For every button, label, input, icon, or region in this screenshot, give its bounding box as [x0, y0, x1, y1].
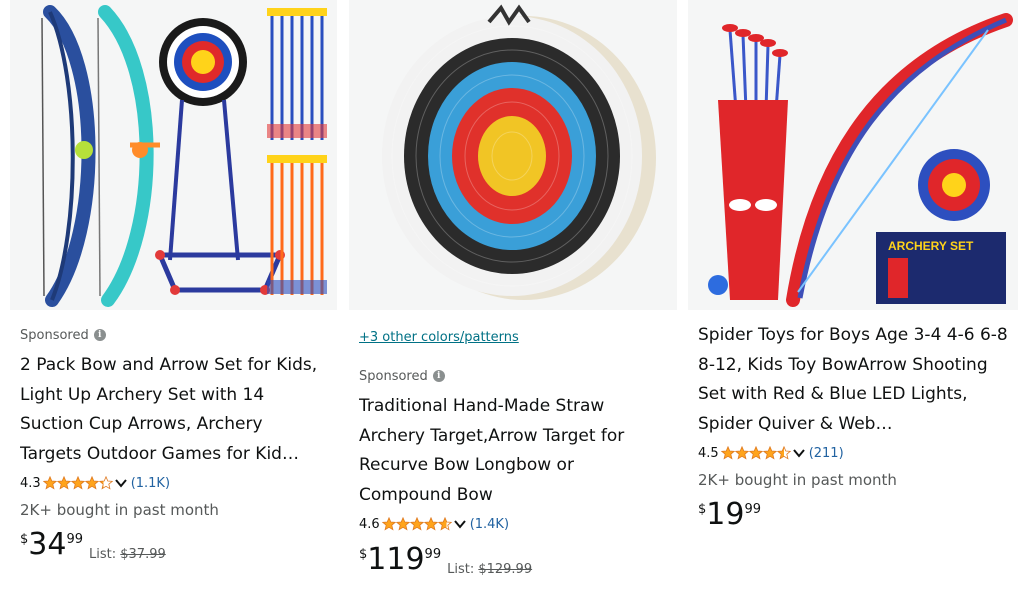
- price-symbol: $: [359, 547, 368, 562]
- chevron-down-icon[interactable]: [792, 448, 805, 458]
- review-count-link[interactable]: (1.1K): [131, 476, 170, 491]
- price-whole: 119: [367, 542, 425, 577]
- star-icon: [409, 517, 424, 531]
- product-image-1[interactable]: [10, 0, 337, 310]
- star-icon: [56, 476, 71, 490]
- product-image-3[interactable]: ARCHERY SET: [688, 0, 1018, 310]
- price-fraction: 99: [66, 532, 84, 547]
- star-icon: [748, 446, 763, 460]
- review-count-link[interactable]: (211): [809, 446, 844, 461]
- bought-in-past-month: 2K+ bought in past month: [698, 471, 897, 489]
- spider-bow-set-image: ARCHERY SET: [688, 0, 1018, 310]
- sponsored-label[interactable]: Sponsored i: [359, 367, 667, 385]
- star-icon: [98, 476, 113, 490]
- star-icon: [776, 446, 791, 460]
- bought-in-past-month: 2K+ bought in past month: [20, 501, 219, 519]
- list-price: List: $129.99: [447, 562, 533, 577]
- price-whole: 34: [28, 527, 67, 562]
- rating-row[interactable]: 4.5 (211): [698, 443, 1008, 463]
- price[interactable]: $ 119 99 List: $129.99: [359, 542, 667, 578]
- star-icon: [395, 517, 410, 531]
- price-symbol: $: [698, 502, 707, 517]
- price-symbol: $: [20, 532, 29, 547]
- archery-set-box-label: ARCHERY SET: [888, 239, 974, 253]
- other-colors-link[interactable]: +3 other colors/patterns: [359, 330, 667, 348]
- star-icon: [42, 476, 57, 490]
- star-icon: [762, 446, 777, 460]
- rating-row[interactable]: 4.3 (1.1K): [20, 473, 327, 493]
- chevron-down-icon[interactable]: [453, 519, 466, 529]
- product-card-2[interactable]: +3 other colors/patterns Sponsored i Tra…: [349, 0, 677, 595]
- product-title[interactable]: 2 Pack Bow and Arrow Set for Kids, Light…: [20, 351, 327, 469]
- star-icon: [437, 517, 452, 531]
- star-icon: [734, 446, 749, 460]
- rating-number: 4.5: [698, 445, 719, 461]
- sponsored-label[interactable]: Sponsored i: [20, 326, 327, 344]
- star-icon: [381, 517, 396, 531]
- straw-target-image: [349, 0, 677, 310]
- info-icon[interactable]: i: [432, 370, 445, 382]
- price-fraction: 99: [424, 547, 442, 562]
- product-card-1[interactable]: Sponsored i 2 Pack Bow and Arrow Set for…: [10, 0, 337, 595]
- price-fraction: 99: [744, 502, 762, 517]
- info-icon[interactable]: i: [93, 329, 106, 341]
- rating-number: 4.3: [20, 475, 41, 491]
- bow-and-arrow-target-image: [10, 0, 337, 310]
- product-title[interactable]: Spider Toys for Boys Age 3-4 4-6 6-8 8-1…: [698, 321, 1008, 439]
- price[interactable]: $ 19 99: [698, 499, 1008, 531]
- star-icon: [84, 476, 99, 490]
- review-count-link[interactable]: (1.4K): [470, 517, 509, 532]
- list-price: List: $37.99: [89, 547, 166, 562]
- star-icon: [423, 517, 438, 531]
- price-whole: 19: [706, 497, 745, 532]
- rating-row[interactable]: 4.6 (1.4K): [359, 514, 667, 534]
- price[interactable]: $ 34 99 List: $37.99: [20, 527, 327, 563]
- product-card-3[interactable]: ARCHERY SET Spider Toys for Boys Age 3-4…: [688, 0, 1018, 595]
- chevron-down-icon[interactable]: [114, 478, 127, 488]
- star-icon: [70, 476, 85, 490]
- star-rating-icon[interactable]: [381, 517, 452, 531]
- star-rating-icon[interactable]: [42, 476, 113, 490]
- star-icon: [720, 446, 735, 460]
- product-image-2[interactable]: [349, 0, 677, 310]
- star-rating-icon[interactable]: [720, 446, 791, 460]
- rating-number: 4.6: [359, 516, 380, 532]
- product-title[interactable]: Traditional Hand-Made Straw Archery Targ…: [359, 392, 667, 510]
